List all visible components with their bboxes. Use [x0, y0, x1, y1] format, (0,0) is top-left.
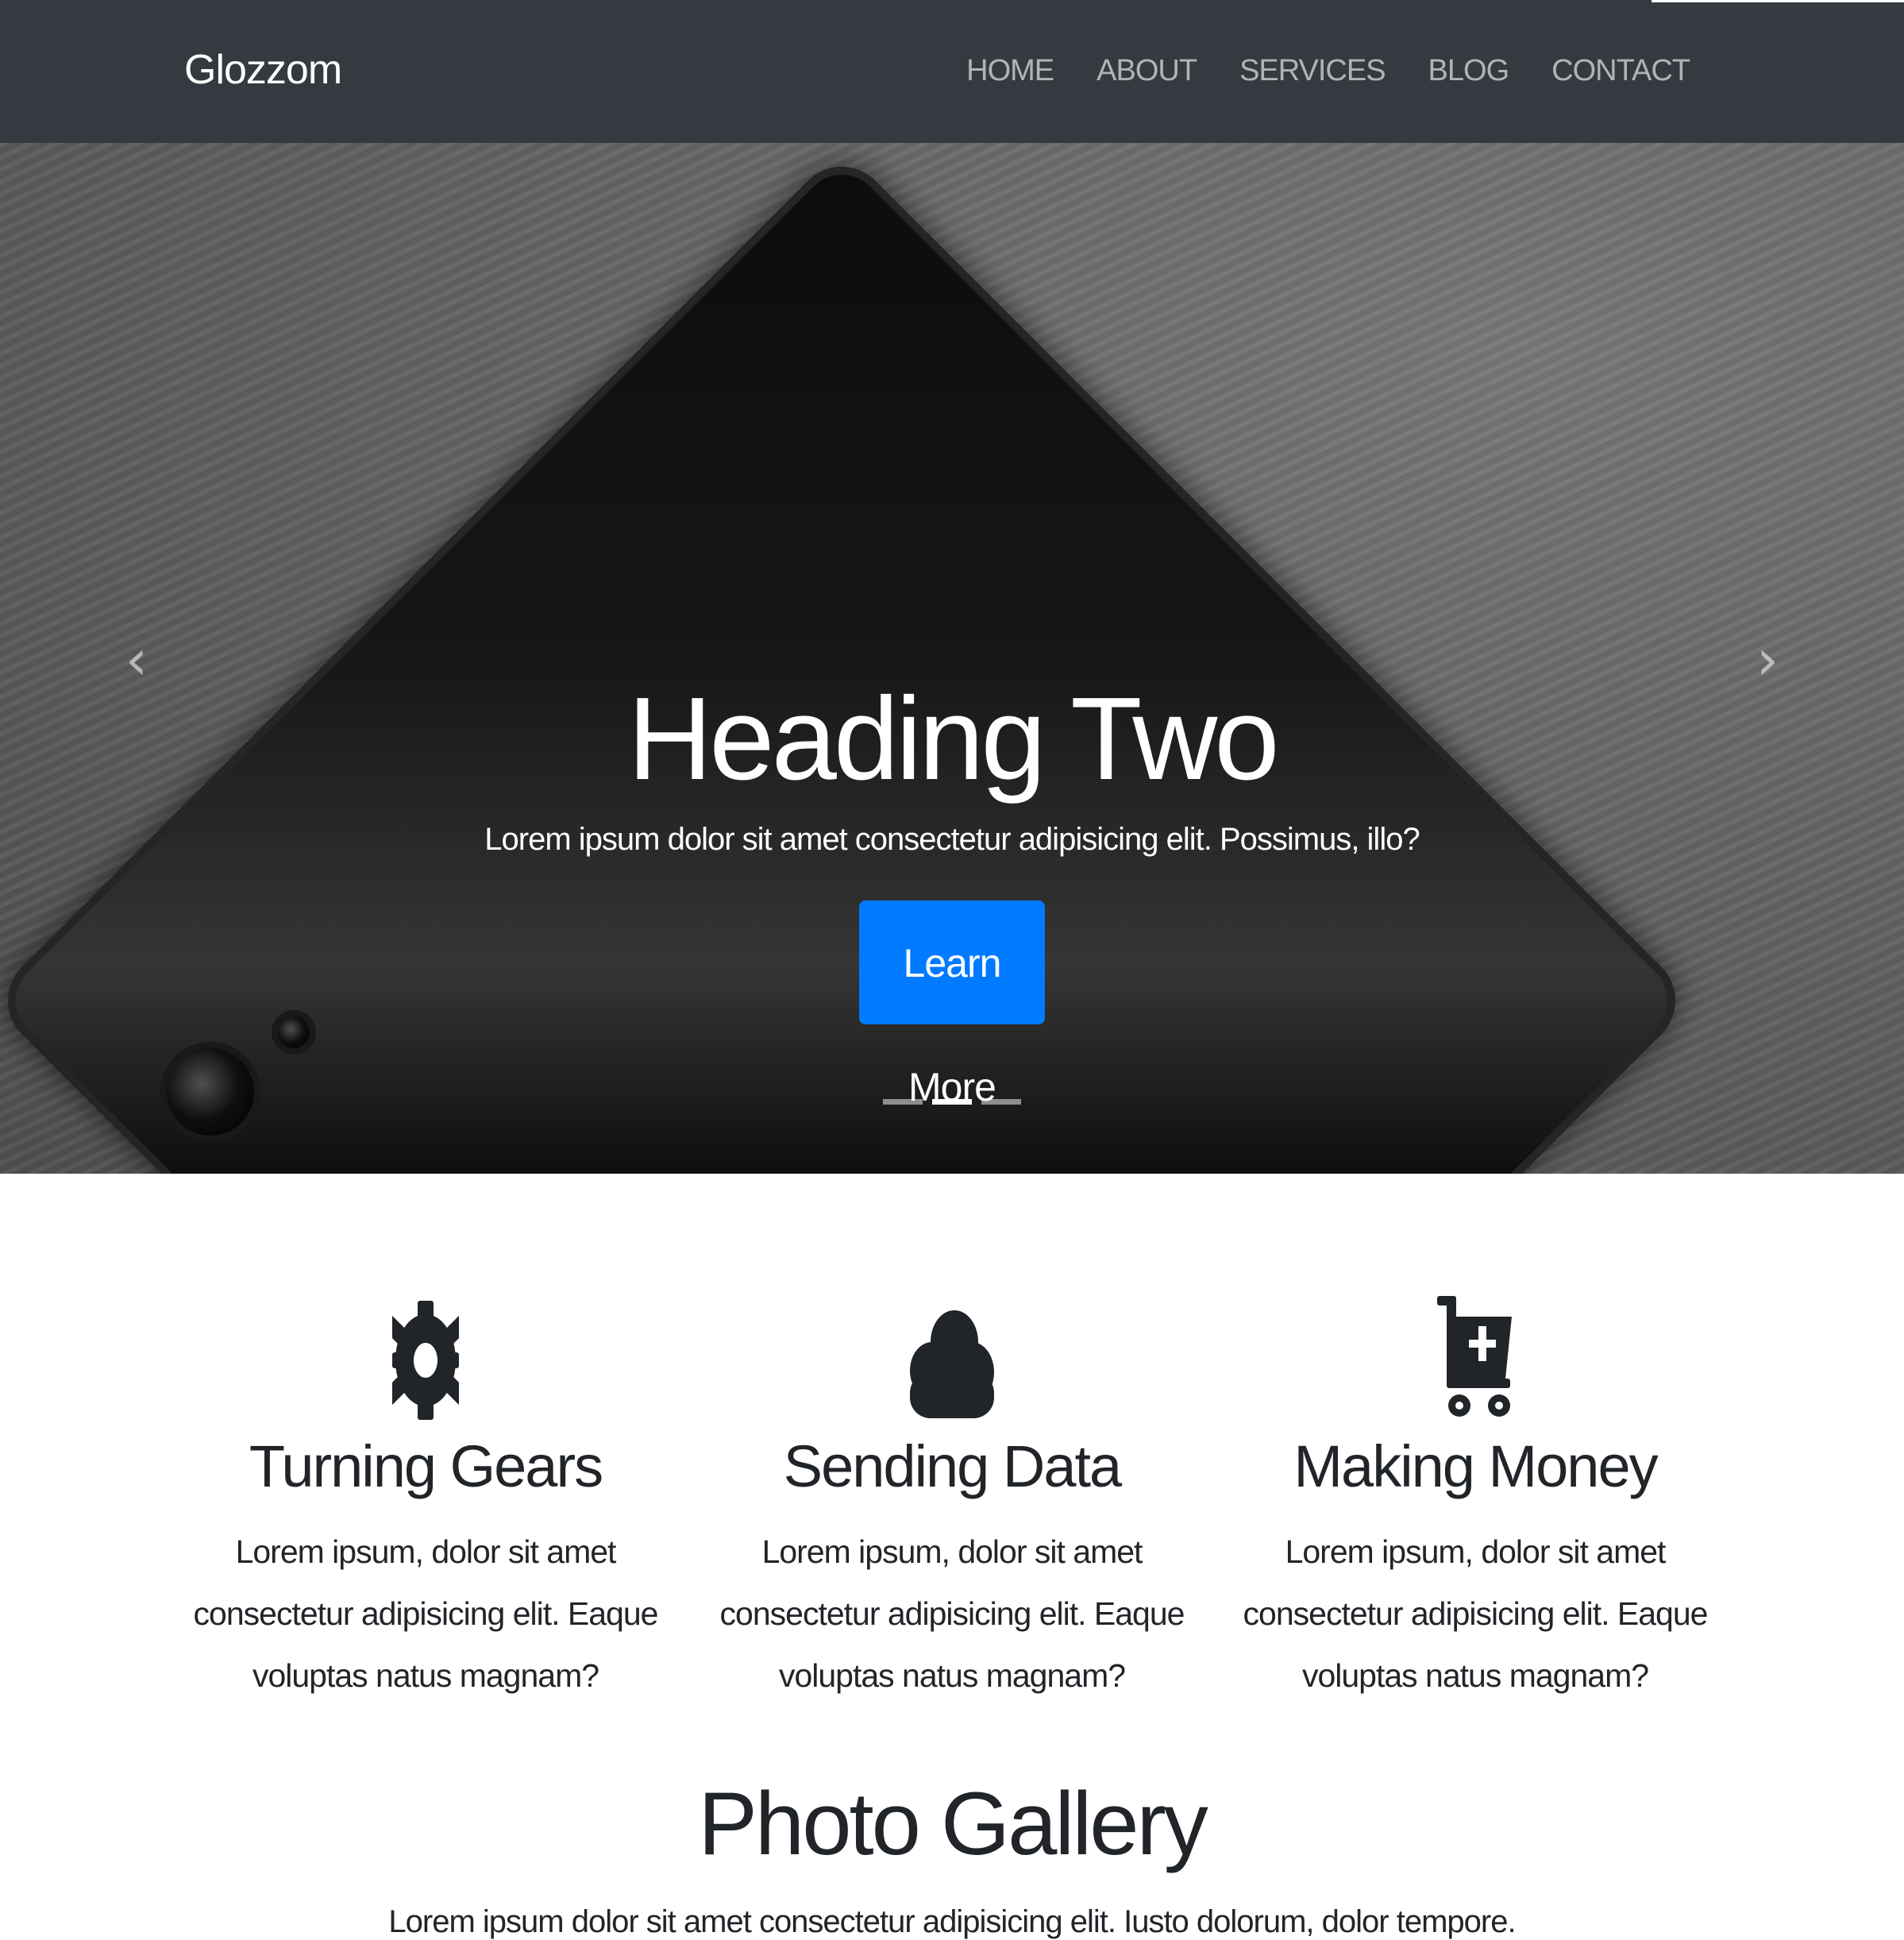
carousel-indicator-1[interactable] [883, 1099, 923, 1105]
feature-card: Sending Data Lorem ipsum, dolor sit amet… [698, 1293, 1206, 1707]
feature-card: Turning Gears Lorem ipsum, dolor sit ame… [172, 1293, 680, 1707]
learn-more-button[interactable]: Learn More [859, 900, 1045, 1109]
cloud-icon [698, 1293, 1206, 1420]
feature-card: Making Money Lorem ipsum, dolor sit amet… [1221, 1293, 1729, 1707]
feature-title: Making Money [1293, 1433, 1658, 1499]
feature-title: Sending Data [783, 1433, 1122, 1499]
carousel-indicator-3[interactable] [981, 1099, 1021, 1105]
nav-menu: HOME ABOUT SERVICES BLOG CONTACT [966, 54, 1690, 88]
gear-icon [172, 1293, 680, 1420]
feature-text: Lorem ipsum, dolor sit amet consectetur … [1243, 1533, 1709, 1694]
gallery-subtitle: Lorem ipsum dolor sit amet consectetur a… [388, 1904, 1516, 1939]
navbar: Glozzom HOME ABOUT SERVICES BLOG CONTACT [0, 0, 1904, 143]
nav-link-blog[interactable]: BLOG [1428, 54, 1510, 88]
brand-logo[interactable]: Glozzom [184, 46, 342, 94]
feature-title: Turning Gears [249, 1433, 603, 1499]
features-section: Turning Gears Lorem ipsum, dolor sit ame… [0, 1174, 1904, 1730]
top-accent-line [1652, 0, 1904, 2]
carousel-indicators [0, 1099, 1904, 1105]
gallery-title: Photo Gallery [698, 1774, 1208, 1873]
feature-text: Lorem ipsum, dolor sit amet consectetur … [193, 1533, 659, 1694]
carousel-indicator-2[interactable] [932, 1099, 972, 1105]
nav-link-services[interactable]: SERVICES [1239, 54, 1386, 88]
feature-text: Lorem ipsum, dolor sit amet consectetur … [719, 1533, 1185, 1694]
carousel-caption: Heading Two Lorem ipsum dolor sit amet c… [0, 673, 1904, 1109]
nav-link-contact[interactable]: CONTACT [1551, 54, 1690, 88]
nav-link-home[interactable]: HOME [966, 54, 1054, 88]
hero-carousel: ‹ › Heading Two Lorem ipsum dolor sit am… [0, 143, 1904, 1174]
nav-link-about[interactable]: ABOUT [1097, 54, 1197, 88]
cart-plus-icon [1221, 1293, 1729, 1420]
hero-heading: Heading Two [627, 673, 1279, 804]
hero-text: Lorem ipsum dolor sit amet consectetur a… [484, 821, 1420, 857]
